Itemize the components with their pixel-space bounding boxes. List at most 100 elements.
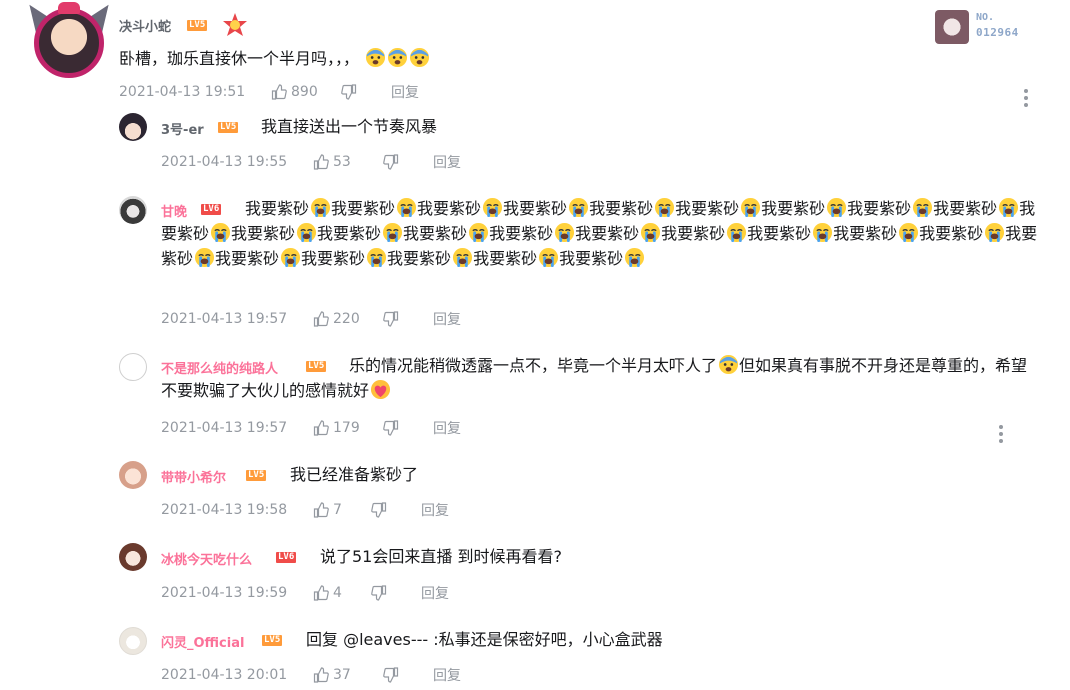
thumbs-down-icon[interactable]	[371, 585, 387, 601]
loudly-crying-emoji-icon	[654, 197, 674, 218]
reply-username[interactable]: 冰桃今天吃什么	[161, 549, 252, 568]
thumbs-down-icon[interactable]	[383, 154, 399, 170]
loudly-crying-emoji-icon	[568, 197, 588, 218]
comment-text-unit: 我要紫砂	[215, 249, 280, 268]
thumbs-down-icon[interactable]	[383, 667, 399, 683]
thumbs-up-icon[interactable]	[313, 154, 329, 170]
medal-icon	[223, 13, 247, 36]
more-options-icon[interactable]	[999, 425, 1003, 443]
comment-text-unit: 我要紫砂	[473, 249, 538, 268]
avatar[interactable]	[119, 196, 147, 224]
loudly-crying-emoji-icon	[898, 222, 918, 243]
loudly-crying-emoji-icon	[998, 197, 1018, 218]
comment-text-unit: 我要紫砂	[847, 199, 912, 218]
fan-badge-no-label: NO.	[976, 12, 995, 23]
level-badge: LV6	[276, 552, 297, 563]
main-username[interactable]: 决斗小蛇	[119, 16, 171, 35]
loudly-crying-emoji-icon	[310, 197, 330, 218]
reply-text: 我直接送出一个节奏风暴	[261, 117, 438, 136]
reply-button[interactable]: 回复	[391, 82, 419, 102]
avatar[interactable]	[119, 543, 147, 571]
fan-badge-number: 012964	[976, 26, 1019, 39]
comment-time: 2021-04-13 19:57	[161, 420, 288, 436]
avatar[interactable]	[119, 113, 147, 141]
main-comment-meta: 2021-04-13 19:51 890 回复	[119, 82, 419, 102]
reply-meta: 2021-04-13 19:55 53 回复	[161, 152, 461, 172]
comment-text-unit: 我要紫砂	[933, 199, 998, 218]
avatar-image	[34, 8, 104, 78]
loudly-crying-emoji-icon	[366, 247, 386, 268]
main-commenter-avatar[interactable]	[19, 0, 119, 80]
loudly-crying-emoji-icon	[554, 222, 574, 243]
heart-hug-emoji-icon	[370, 379, 390, 400]
loudly-crying-emoji-icon	[538, 247, 558, 268]
thumbs-up-icon[interactable]	[313, 311, 329, 327]
comment-time: 2021-04-13 19:57	[161, 311, 288, 327]
comment-text: 乐的情况能稍微透露一点不，毕竟一个半月太吓人了	[349, 356, 718, 375]
reply-meta: 2021-04-13 19:58 7 回复	[161, 500, 449, 520]
thumbs-down-icon[interactable]	[341, 84, 357, 100]
avatar[interactable]	[119, 627, 147, 655]
loudly-crying-emoji-icon	[210, 222, 230, 243]
thumbs-down-icon[interactable]	[383, 311, 399, 327]
level-badge: LV5	[218, 122, 239, 133]
thumbs-up-icon[interactable]	[313, 502, 329, 518]
avatar[interactable]	[119, 461, 147, 489]
comment-text-unit: 我要紫砂	[919, 224, 984, 243]
reply-button[interactable]: 回复	[433, 418, 461, 438]
thumbs-up-icon[interactable]	[313, 585, 329, 601]
fearful-emoji-icon	[718, 354, 738, 375]
main-comment-text: 卧槽，珈乐直接休一个半月吗，，，	[119, 46, 430, 71]
more-options-icon[interactable]	[1024, 89, 1028, 107]
like-count: 890	[291, 84, 318, 100]
level-badge: LV5	[246, 470, 267, 481]
like-count: 7	[333, 502, 342, 518]
comment-text-unit: 我要紫砂	[833, 224, 898, 243]
reply-username[interactable]: 闪灵_Official	[161, 632, 244, 651]
comment-text-unit: 我要紫砂	[761, 199, 826, 218]
fan-badge-image	[935, 10, 969, 44]
reply-username[interactable]: 3号-er	[161, 119, 204, 138]
thumbs-up-icon[interactable]	[271, 84, 287, 100]
level-badge: LV5	[187, 20, 208, 31]
like-count: 220	[333, 311, 360, 327]
loudly-crying-emoji-icon	[382, 222, 402, 243]
comment-text: 但如果真有事脱不开身还是尊	[739, 356, 948, 375]
reply-button[interactable]: 回复	[433, 152, 461, 172]
loudly-crying-emoji-icon	[740, 197, 760, 218]
reply-text: 我已经准备紫砂了	[290, 465, 419, 484]
thumbs-up-icon[interactable]	[313, 420, 329, 436]
comment-text-unit: 我要紫砂	[661, 224, 726, 243]
thumbs-up-icon[interactable]	[313, 667, 329, 683]
reply-button[interactable]: 回复	[433, 665, 461, 685]
thumbs-down-icon[interactable]	[371, 502, 387, 518]
avatar-pendant-crest	[58, 2, 80, 14]
loudly-crying-emoji-icon	[482, 197, 502, 218]
comment-text-unit: 我要紫砂	[503, 199, 568, 218]
reply-text: 我要紫砂 我要紫砂 我要紫砂 我要紫砂 我要紫砂 我要紫砂 我要紫砂 我要紫砂 我要紫砂 我要紫砂…	[161, 196, 1041, 271]
comment-text-unit: 我要紫砂	[317, 224, 382, 243]
comment-text-unit: 我要紫砂	[675, 199, 740, 218]
loudly-crying-emoji-icon	[826, 197, 846, 218]
reply-username[interactable]: 带带小希尔	[161, 467, 226, 486]
like-count: 37	[333, 667, 351, 683]
loudly-crying-emoji-icon	[194, 247, 214, 268]
loudly-crying-emoji-icon	[812, 222, 832, 243]
reply-button[interactable]: 回复	[433, 309, 461, 329]
fearful-emoji-icon	[365, 47, 385, 68]
thumbs-down-icon[interactable]	[383, 420, 399, 436]
comment-time: 2021-04-13 19:59	[161, 585, 288, 601]
loudly-crying-emoji-icon	[452, 247, 472, 268]
loudly-crying-emoji-icon	[280, 247, 300, 268]
reply-button[interactable]: 回复	[421, 500, 449, 520]
reply-meta: 2021-04-13 19:59 4 回复	[161, 583, 449, 603]
like-count: 179	[333, 420, 360, 436]
comment-text-unit: 我要紫砂	[387, 249, 452, 268]
avatar[interactable]	[119, 353, 147, 381]
comment-text-unit: 我要紫砂	[489, 224, 554, 243]
comment-time: 2021-04-13 19:51	[119, 84, 246, 100]
comment-time: 2021-04-13 19:58	[161, 502, 288, 518]
reply-meta: 2021-04-13 20:01 37 回复	[161, 665, 461, 685]
reply-button[interactable]: 回复	[421, 583, 449, 603]
comment-text-unit: 我要紫砂	[589, 199, 654, 218]
